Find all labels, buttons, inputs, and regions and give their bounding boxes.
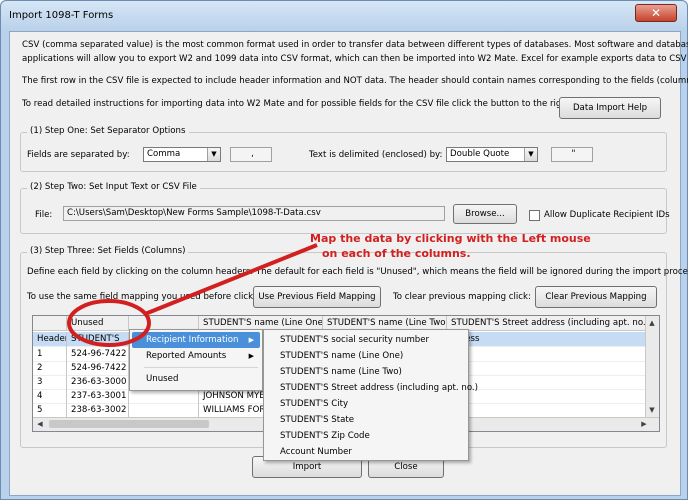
import-window: Import 1098-T Forms ✕ CSV (comma separat…	[0, 0, 688, 500]
annotation-arrow-line	[144, 243, 318, 316]
annotation-line-2: on each of the columns.	[322, 247, 471, 260]
annotation-line-1: Map the data by clicking with the Left m…	[310, 232, 591, 245]
annotation-callout: Map the data by clicking with the Left m…	[310, 231, 591, 261]
annotation-ellipse	[67, 299, 151, 347]
